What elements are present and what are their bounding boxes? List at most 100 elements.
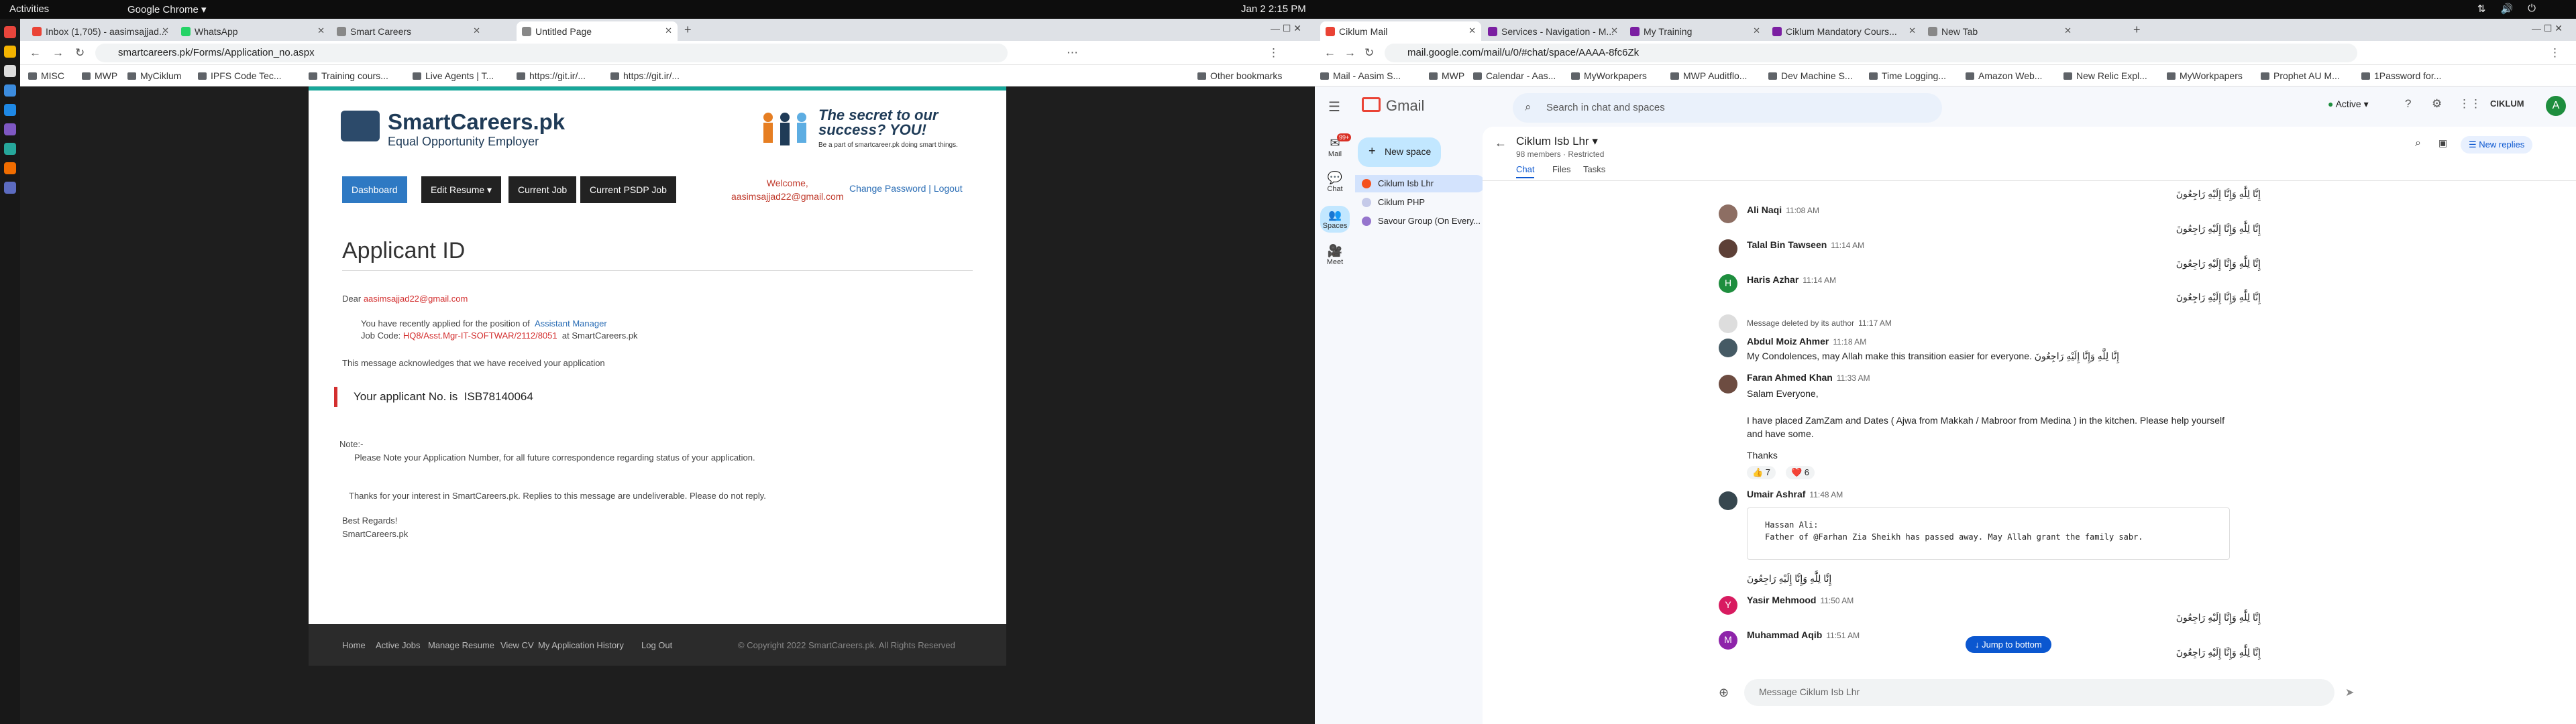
- bookmark-item[interactable]: Dev Machine S...: [1768, 70, 1853, 81]
- avatar[interactable]: Y: [1719, 596, 1737, 615]
- bookmark-item[interactable]: Time Logging...: [1869, 70, 1946, 81]
- help-icon[interactable]: ?: [2405, 97, 2411, 111]
- files-icon[interactable]: [4, 46, 16, 58]
- rail-chat[interactable]: 💬 Chat: [1324, 171, 1346, 193]
- reaction-thumbs-up[interactable]: 👍 7: [1747, 466, 1776, 479]
- search-icon[interactable]: ⌕: [2415, 137, 2421, 149]
- tab-untitled-page[interactable]: Untitled Page ✕: [517, 21, 678, 41]
- status-dropdown[interactable]: ● Active ▾: [2328, 99, 2369, 110]
- tab-tasks[interactable]: Tasks: [1583, 164, 1605, 174]
- tab-ciklum-mail[interactable]: Ciklum Mail ✕: [1320, 21, 1481, 41]
- chrome-icon[interactable]: [4, 26, 16, 38]
- bookmark-item[interactable]: https://git.ir/...: [610, 70, 680, 81]
- extensions-icon[interactable]: ⋯: [1067, 46, 1078, 60]
- avatar[interactable]: [1719, 339, 1737, 357]
- change-password-logout-link[interactable]: Change Password | Logout: [849, 183, 963, 194]
- tab-new-tab[interactable]: New Tab ✕: [1923, 21, 2077, 41]
- close-icon[interactable]: ✕: [1909, 25, 1916, 36]
- add-icon[interactable]: ⊕: [1719, 686, 1729, 700]
- gmail-logo-text[interactable]: Gmail: [1386, 97, 1424, 115]
- hamburger-menu-icon[interactable]: ☰: [1328, 99, 1340, 115]
- footer-link-logout[interactable]: Log Out: [641, 640, 672, 650]
- window-controls[interactable]: — ☐ ✕: [2532, 23, 2563, 34]
- other-bookmarks[interactable]: Other bookmarks: [1197, 70, 1282, 81]
- app-icon[interactable]: [4, 143, 16, 155]
- bookmark-item[interactable]: Live Agents | T...: [413, 70, 494, 81]
- forward-button[interactable]: →: [1344, 46, 1356, 60]
- space-item-savour-group[interactable]: Savour Group (On Every...: [1355, 213, 1485, 230]
- app-icon[interactable]: [4, 84, 16, 97]
- bookmark-item[interactable]: 1Password for...: [2361, 70, 2441, 81]
- tab-mandatory-courses[interactable]: Ciklum Mandatory Cours... ✕: [1767, 21, 1921, 41]
- new-space-button[interactable]: + New space: [1358, 137, 1441, 167]
- avatar[interactable]: M: [1719, 631, 1737, 650]
- tab-my-training[interactable]: My Training ✕: [1625, 21, 1766, 41]
- bookmark-item[interactable]: MWP Auditflo...: [1670, 70, 1747, 81]
- avatar[interactable]: [1719, 204, 1737, 223]
- bookmark-item[interactable]: MISC: [28, 70, 64, 81]
- footer-link-home[interactable]: Home: [342, 640, 366, 650]
- send-icon[interactable]: ➤: [2345, 686, 2354, 699]
- rail-meet[interactable]: 🎥 Meet: [1324, 244, 1346, 266]
- footer-link-application-history[interactable]: My Application History: [538, 640, 624, 650]
- footer-link-manage-resume[interactable]: Manage Resume: [428, 640, 494, 650]
- bookmark-item[interactable]: Mail - Aasim S...: [1320, 70, 1401, 81]
- app-icon[interactable]: [4, 182, 16, 194]
- address-bar[interactable]: smartcareers.pk/Forms/Application_no.asp…: [95, 44, 1008, 62]
- rail-mail[interactable]: ✉ Mail 99+: [1324, 133, 1352, 158]
- new-tab-button[interactable]: +: [684, 23, 692, 37]
- jump-to-bottom-button[interactable]: ↓ Jump to bottom: [1966, 636, 2051, 653]
- close-icon[interactable]: ✕: [162, 25, 169, 36]
- tab-inbox[interactable]: Inbox (1,705) - aasimsajjad... ✕: [27, 21, 174, 41]
- vscode-icon[interactable]: [4, 104, 16, 116]
- bookmark-item[interactable]: MyWorkpapers: [2167, 70, 2243, 81]
- avatar[interactable]: [1719, 491, 1737, 510]
- tab-files[interactable]: Files: [1552, 164, 1570, 174]
- tab-whatsapp[interactable]: WhatsApp ✕: [176, 21, 330, 41]
- bookmark-item[interactable]: Training cours...: [309, 70, 388, 81]
- logo-title[interactable]: SmartCareers.pk: [388, 109, 565, 135]
- new-replies-button[interactable]: ☰ New replies: [2461, 136, 2533, 154]
- window-controls[interactable]: — ☐ ✕: [1271, 23, 1301, 34]
- address-bar[interactable]: mail.google.com/mail/u/0/#chat/space/AAA…: [1385, 44, 2357, 62]
- new-tab-button[interactable]: +: [2133, 23, 2141, 37]
- close-icon[interactable]: ✕: [665, 25, 672, 36]
- close-icon[interactable]: ✕: [473, 25, 480, 36]
- bookmark-item[interactable]: MWP: [82, 70, 117, 81]
- avatar[interactable]: H: [1719, 274, 1737, 293]
- app-menu[interactable]: Google Chrome ▾: [127, 3, 207, 15]
- avatar[interactable]: [1719, 239, 1737, 258]
- current-job-button[interactable]: Current Job: [508, 176, 577, 203]
- back-button[interactable]: ←: [30, 46, 41, 60]
- bookmark-item[interactable]: Prophet AU M...: [2261, 70, 2340, 81]
- avatar[interactable]: [1719, 375, 1737, 394]
- close-icon[interactable]: ✕: [2064, 25, 2072, 36]
- activities-button[interactable]: Activities: [9, 3, 49, 15]
- back-button[interactable]: ←: [1324, 46, 1336, 60]
- search-input[interactable]: ⌕ Search in chat and spaces: [1513, 93, 1942, 123]
- reload-button[interactable]: ↻: [75, 46, 85, 60]
- space-title[interactable]: Ciklum Isb Lhr ▾: [1516, 135, 1598, 148]
- reaction-heart[interactable]: ❤️ 6: [1786, 466, 1815, 479]
- menu-icon[interactable]: ⋮: [1268, 46, 1279, 60]
- menu-icon[interactable]: ⋮: [2549, 46, 2561, 60]
- bookmark-item[interactable]: New Relic Expl...: [2063, 70, 2147, 81]
- editor-icon[interactable]: [4, 65, 16, 77]
- close-icon[interactable]: ✕: [317, 25, 325, 36]
- clock[interactable]: Jan 2 2:15 PM: [1241, 3, 1306, 15]
- back-arrow-icon[interactable]: ←: [1495, 136, 1507, 150]
- reload-button[interactable]: ↻: [1364, 46, 1374, 60]
- close-icon[interactable]: ✕: [1753, 25, 1760, 36]
- system-tray[interactable]: ⇅ 🔊 ⏻: [2477, 3, 2536, 15]
- settings-gear-icon[interactable]: ⚙: [2432, 97, 2442, 111]
- tab-smart-careers[interactable]: Smart Careers ✕: [331, 21, 486, 41]
- close-icon[interactable]: ✕: [1611, 25, 1618, 36]
- app-icon[interactable]: [4, 162, 16, 174]
- apps-grid-icon[interactable]: ⋮⋮: [2459, 97, 2481, 111]
- forward-button[interactable]: →: [52, 46, 64, 60]
- edit-resume-button[interactable]: Edit Resume ▾: [421, 176, 502, 203]
- dashboard-button[interactable]: Dashboard: [342, 176, 407, 203]
- footer-link-view-cv[interactable]: View CV: [500, 640, 534, 650]
- app-icon[interactable]: [4, 123, 16, 135]
- message-compose-input[interactable]: Message Ciklum Isb Lhr: [1744, 679, 2334, 706]
